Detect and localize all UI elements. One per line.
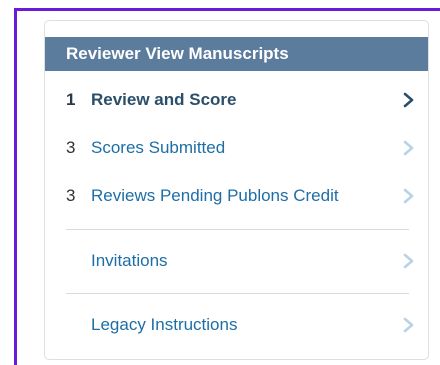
item-label: Legacy Instructions: [91, 315, 238, 334]
menu-item-reviews-pending[interactable]: 3 Reviews Pending Publons Credit: [45, 176, 428, 216]
menu-item-scores-submitted[interactable]: 3 Scores Submitted: [45, 128, 428, 168]
divider: [66, 229, 409, 230]
menu-item-legacy-instructions[interactable]: Legacy Instructions: [45, 305, 428, 345]
item-label: Invitations: [91, 251, 168, 270]
divider: [66, 293, 409, 294]
menu-item-review-and-score[interactable]: 1 Review and Score: [45, 80, 428, 120]
item-count: 3: [66, 186, 76, 205]
menu-item-invitations[interactable]: Invitations: [45, 241, 428, 281]
reviewer-panel: Reviewer View Manuscripts 1 Review and S…: [44, 20, 429, 360]
panel-title: Reviewer View Manuscripts: [45, 37, 428, 71]
item-count: 3: [66, 138, 76, 157]
chevron-right-icon: [403, 253, 414, 269]
chevron-right-icon: [403, 140, 414, 156]
chevron-right-icon: [403, 317, 414, 333]
chevron-right-icon: [403, 92, 414, 108]
item-label: Reviews Pending Publons Credit: [91, 186, 339, 205]
chevron-right-icon: [403, 188, 414, 204]
item-count: 1: [66, 90, 76, 109]
item-label: Review and Score: [91, 90, 237, 109]
item-label: Scores Submitted: [91, 138, 226, 157]
